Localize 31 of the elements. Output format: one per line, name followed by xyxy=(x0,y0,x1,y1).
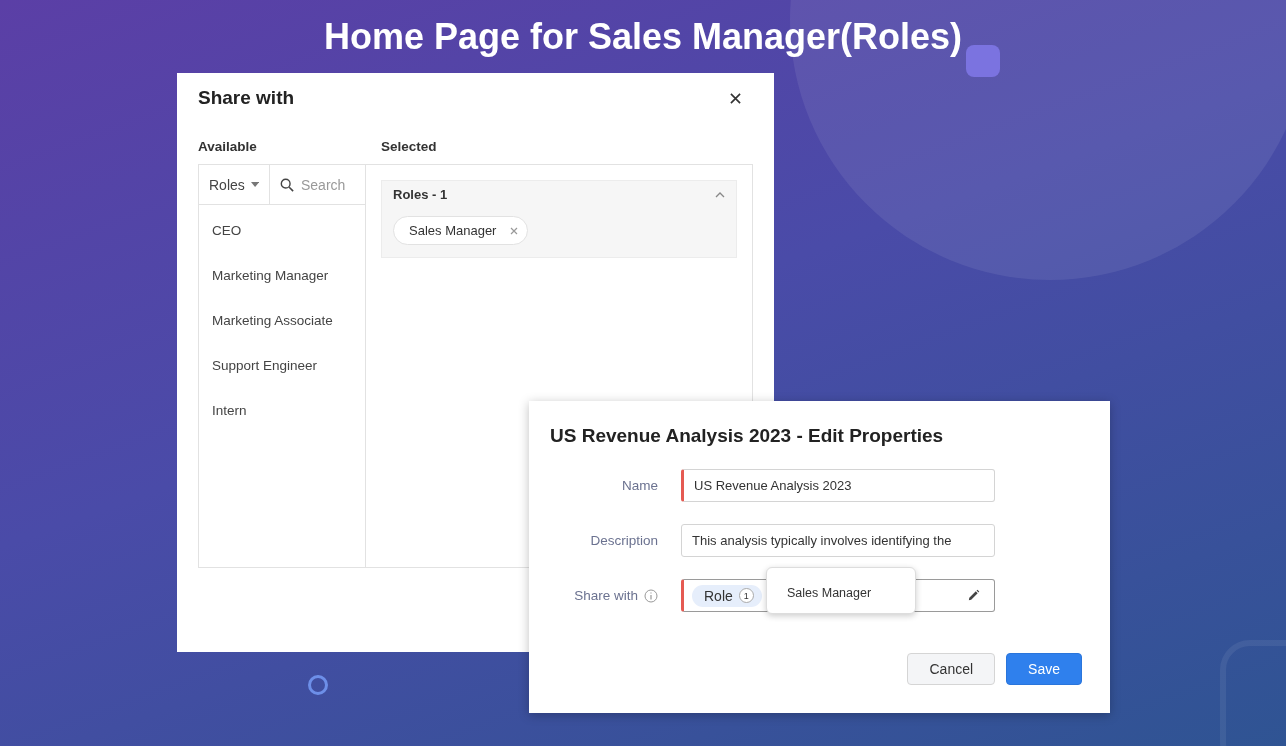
role-list-item[interactable]: CEO xyxy=(199,213,365,250)
dialog-title: Share with xyxy=(198,87,295,109)
caret-icon xyxy=(250,182,259,187)
info-icon[interactable] xyxy=(644,588,658,603)
dialog-title: US Revenue Analysis 2023 - Edit Properties xyxy=(550,425,945,447)
chevron-icon[interactable] xyxy=(715,191,725,198)
remove-icon[interactable] xyxy=(510,226,519,235)
role-list-item[interactable]: Marketing Manager xyxy=(199,258,365,295)
page-heading: Home Page for Sales Manager(Roles) xyxy=(322,16,964,58)
role-list-item[interactable]: Support Engineer xyxy=(199,348,365,385)
tooltip-popover: Sales Manager xyxy=(766,567,916,614)
column-label: Available xyxy=(198,139,258,154)
decorative-ring xyxy=(308,675,328,695)
cancel-button[interactable]: Cancel xyxy=(907,653,996,685)
decorative-square xyxy=(966,45,1000,77)
count-badge: 1 xyxy=(738,588,754,603)
search-icon xyxy=(280,177,294,192)
field-label: Description xyxy=(589,533,659,548)
save-button[interactable]: Save xyxy=(1006,653,1082,685)
field-label: Share with xyxy=(574,588,638,603)
chip-label: Sales Manager xyxy=(409,223,497,238)
role-list-item[interactable]: Marketing Associate xyxy=(199,303,365,340)
group-title: Roles - 1 xyxy=(393,187,448,202)
pencil-icon[interactable] xyxy=(967,589,980,602)
field-label: Name xyxy=(621,478,659,493)
text-field[interactable]: US Revenue Analysis 2023 xyxy=(681,469,995,502)
column-label: Selected xyxy=(381,139,437,154)
role-list-item[interactable]: Intern xyxy=(199,393,365,430)
close-icon[interactable] xyxy=(730,92,741,104)
role-tag[interactable]: Role 1 xyxy=(692,584,762,607)
text-field[interactable]: This analysis typically involves identifying the xyxy=(681,524,995,557)
